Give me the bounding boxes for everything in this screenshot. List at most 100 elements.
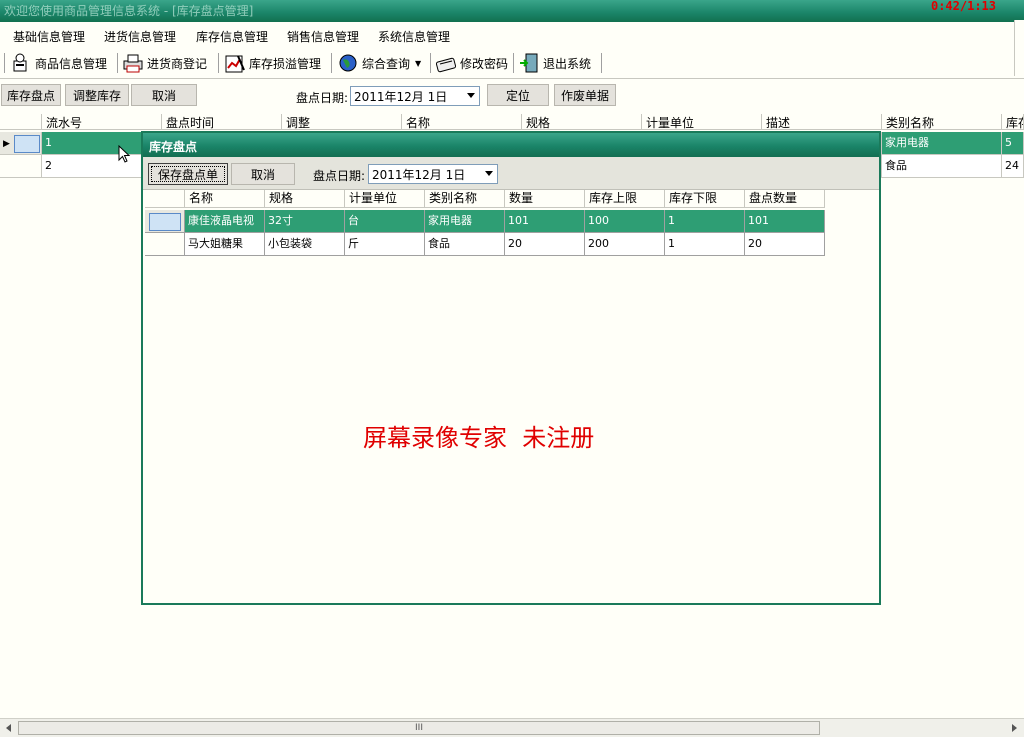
scroll-left-icon[interactable]	[6, 724, 11, 732]
current-row-arrow-icon: ▶	[3, 139, 10, 149]
dialog-title-bar[interactable]: 库存盘点	[143, 133, 879, 157]
title-bar: 欢迎您使用商品管理信息系统 - [库存盘点管理] 0:42/1:13	[0, 0, 1024, 22]
user-stack-icon	[10, 52, 32, 74]
void-document-button[interactable]: 作废单据	[554, 84, 616, 106]
column-header[interactable]: 规格	[265, 190, 345, 208]
product-info-label: 商品信息管理	[35, 56, 108, 71]
menu-inventory-info[interactable]: 库存信息管理	[196, 28, 268, 45]
recording-timer: 0:42/1:13	[930, 0, 996, 13]
column-header[interactable]: 流水号	[42, 114, 162, 130]
mouse-cursor-icon	[118, 145, 131, 163]
window-title: 欢迎您使用商品管理信息系统 - [库存盘点管理]	[4, 4, 254, 18]
table-cell[interactable]: 20	[745, 233, 825, 256]
date-label: 盘点日期:	[296, 91, 349, 105]
column-header[interactable]: 库存	[1002, 114, 1024, 130]
column-header[interactable]: 盘点时间	[162, 114, 282, 130]
change-password-button[interactable]: 修改密码	[435, 51, 508, 75]
chevron-down-icon[interactable]: ▼	[415, 59, 421, 68]
cancel-button[interactable]: 取消	[131, 84, 197, 106]
chevron-down-icon[interactable]	[485, 171, 493, 176]
table-cell[interactable]: 1	[665, 233, 745, 256]
inventory-check-dialog: 库存盘点 保存盘点单 取消 盘点日期: 2011年12月 1日 名称 规格 计量…	[141, 131, 881, 605]
row-header-corner	[145, 190, 185, 208]
row-selector[interactable]	[0, 155, 42, 178]
row-selector[interactable]: ▶	[0, 132, 42, 155]
table-cell[interactable]: 康佳液晶电视	[185, 210, 265, 233]
globe-icon	[337, 52, 359, 74]
table-cell[interactable]: 家用电器	[882, 132, 1002, 155]
adjust-stock-button[interactable]: 调整库存	[65, 84, 129, 106]
scrollbar-thumb[interactable]: III	[18, 721, 820, 735]
table-cell[interactable]: 台	[345, 210, 425, 233]
column-header[interactable]: 名称	[402, 114, 522, 130]
table-cell[interactable]: 101	[745, 210, 825, 233]
menu-purchase-info[interactable]: 进货信息管理	[104, 28, 176, 45]
action-bar: 库存盘点 调整库存 取消 盘点日期: 2011年12月 1日 定位 作废单据	[0, 82, 1024, 112]
toolbar-separator	[513, 53, 514, 73]
table-cell[interactable]: 1	[665, 210, 745, 233]
locate-button[interactable]: 定位	[487, 84, 549, 106]
general-query-button[interactable]: 综合查询 ▼	[337, 51, 421, 75]
toolbar-separator	[601, 53, 602, 73]
table-cell[interactable]: 100	[585, 210, 665, 233]
column-header[interactable]: 计量单位	[642, 114, 762, 130]
table-cell[interactable]: 斤	[345, 233, 425, 256]
horizontal-scrollbar[interactable]: III	[0, 718, 1024, 737]
toolbar-grip	[4, 53, 5, 73]
stock-loss-label: 库存损溢管理	[249, 56, 322, 71]
table-cell[interactable]: 24	[1002, 155, 1024, 178]
menu-sales-info[interactable]: 销售信息管理	[287, 28, 359, 45]
column-header[interactable]: 类别名称	[882, 114, 1002, 130]
table-cell[interactable]: 5	[1002, 132, 1024, 155]
inventory-check-button[interactable]: 库存盘点	[1, 84, 61, 106]
watermark-text: 屏幕录像专家 未注册	[363, 424, 595, 452]
toolbar-separator	[331, 53, 332, 73]
exit-system-button[interactable]: 退出系统	[518, 51, 591, 75]
dialog-toolbar: 保存盘点单 取消 盘点日期: 2011年12月 1日	[143, 157, 879, 190]
column-header[interactable]: 类别名称	[425, 190, 505, 208]
column-header[interactable]: 规格	[522, 114, 642, 130]
column-header[interactable]: 数量	[505, 190, 585, 208]
supplier-register-label: 进货商登记	[147, 56, 208, 71]
row-selector[interactable]	[145, 233, 185, 256]
date-picker[interactable]: 2011年12月 1日	[350, 86, 480, 106]
dialog-grid: 名称 规格 计量单位 类别名称 数量 库存上限 库存下限 盘点数量 康佳液晶电视…	[143, 190, 879, 603]
table-cell[interactable]: 32寸	[265, 210, 345, 233]
column-header[interactable]: 名称	[185, 190, 265, 208]
table-cell[interactable]: 食品	[425, 233, 505, 256]
product-info-button[interactable]: 商品信息管理	[10, 51, 107, 75]
dialog-cancel-button[interactable]: 取消	[231, 163, 295, 185]
table-cell[interactable]: 家用电器	[425, 210, 505, 233]
table-cell[interactable]: 101	[505, 210, 585, 233]
supplier-register-button[interactable]: 进货商登记	[122, 51, 207, 75]
dialog-date-picker[interactable]: 2011年12月 1日	[368, 164, 498, 184]
dialog-date-value: 2011年12月 1日	[372, 167, 466, 182]
column-header[interactable]: 库存下限	[665, 190, 745, 208]
table-cell[interactable]: 马大姐糖果	[185, 233, 265, 256]
dialog-title: 库存盘点	[149, 140, 198, 154]
general-query-label: 综合查询	[362, 56, 411, 71]
column-header[interactable]: 库存上限	[585, 190, 665, 208]
menu-bar: 基础信息管理 进货信息管理 库存信息管理 销售信息管理 系统信息管理	[0, 24, 1024, 46]
stock-loss-button[interactable]: 库存损溢管理	[224, 51, 321, 75]
menu-system-info[interactable]: 系统信息管理	[378, 28, 450, 45]
table-cell[interactable]: 20	[505, 233, 585, 256]
chevron-down-icon[interactable]	[467, 93, 475, 98]
exit-system-label: 退出系统	[543, 56, 592, 71]
toolbar-separator	[218, 53, 219, 73]
menu-basic-info[interactable]: 基础信息管理	[13, 28, 85, 45]
table-cell[interactable]: 小包装袋	[265, 233, 345, 256]
column-header[interactable]: 调整	[282, 114, 402, 130]
row-selector[interactable]	[145, 210, 185, 233]
scroll-right-icon[interactable]	[1012, 724, 1017, 732]
column-header[interactable]: 计量单位	[345, 190, 425, 208]
column-header[interactable]: 盘点数量	[745, 190, 825, 208]
table-cell[interactable]: 200	[585, 233, 665, 256]
save-check-sheet-button[interactable]: 保存盘点单	[148, 163, 228, 185]
column-header[interactable]: 描述	[762, 114, 882, 130]
change-password-label: 修改密码	[460, 56, 509, 71]
table-cell[interactable]: 食品	[882, 155, 1002, 178]
printer-icon	[122, 52, 144, 74]
row-header-corner	[0, 114, 42, 130]
exit-door-icon	[518, 52, 540, 74]
